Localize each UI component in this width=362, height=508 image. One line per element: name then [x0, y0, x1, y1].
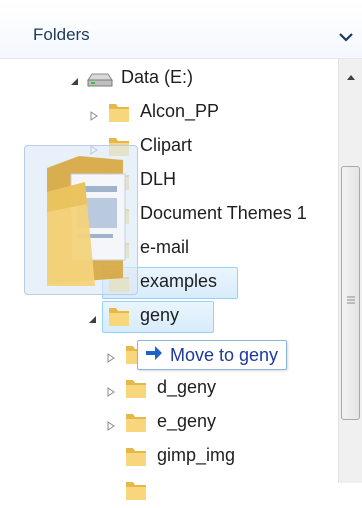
tree-item-folder[interactable]: e_geny — [0, 405, 338, 439]
collapsed-triangle-icon[interactable] — [89, 108, 99, 126]
collapsed-triangle-icon[interactable] — [106, 350, 116, 368]
tree-item-label: e-mail — [140, 237, 190, 257]
tree-item-label: d_geny — [157, 377, 217, 397]
folder-icon — [123, 375, 149, 406]
folder-icon — [123, 443, 149, 474]
tree-item-label: Clipart — [140, 135, 193, 155]
tree-item-label: geny — [140, 305, 180, 325]
collapsed-triangle-icon[interactable] — [106, 384, 116, 402]
folders-title: Folders — [33, 25, 90, 44]
expanded-triangle-icon[interactable] — [88, 312, 98, 330]
folder-icon — [106, 303, 132, 334]
scroll-up-arrow-icon[interactable] — [346, 68, 356, 86]
drag-tooltip-label: Move to geny — [170, 344, 279, 365]
tree-item-label: DLH — [140, 169, 177, 189]
folder-icon — [123, 409, 149, 440]
tree-item-label: Document Themes 1 — [140, 203, 307, 223]
chevron-down-icon[interactable] — [338, 30, 354, 48]
vertical-scrollbar[interactable] — [338, 59, 362, 483]
folders-header[interactable]: Folders — [0, 0, 362, 59]
scrollbar-thumb[interactable] — [341, 166, 360, 420]
tree-item-folder-selected[interactable]: geny — [0, 299, 338, 333]
tree-item-folder[interactable]: d_geny — [0, 371, 338, 405]
drive-icon — [86, 72, 114, 93]
grip-icon — [347, 291, 355, 309]
tree-item-label: gimp_img — [157, 445, 236, 465]
tree-item-label: examples — [140, 271, 218, 291]
tree-item-label: e_geny — [157, 411, 217, 431]
drag-tooltip: Move to geny — [137, 340, 288, 370]
expanded-triangle-icon[interactable] — [70, 74, 80, 92]
tree-item-folder[interactable]: Alcon_PP — [0, 95, 338, 129]
drag-preview — [24, 145, 138, 295]
tree-item-folder[interactable] — [0, 473, 338, 507]
tree-item-folder[interactable]: gimp_img — [0, 439, 338, 473]
tree-item-label: Alcon_PP — [140, 101, 220, 121]
folder-icon — [106, 99, 132, 130]
tree-item-drive[interactable]: Data (E:) — [0, 61, 338, 95]
tree-item-label: Data (E:) — [121, 67, 194, 87]
arrow-right-icon — [144, 344, 164, 367]
folder-icon — [123, 477, 149, 508]
collapsed-triangle-icon[interactable] — [106, 418, 116, 436]
dragged-folder-icon — [47, 156, 126, 286]
